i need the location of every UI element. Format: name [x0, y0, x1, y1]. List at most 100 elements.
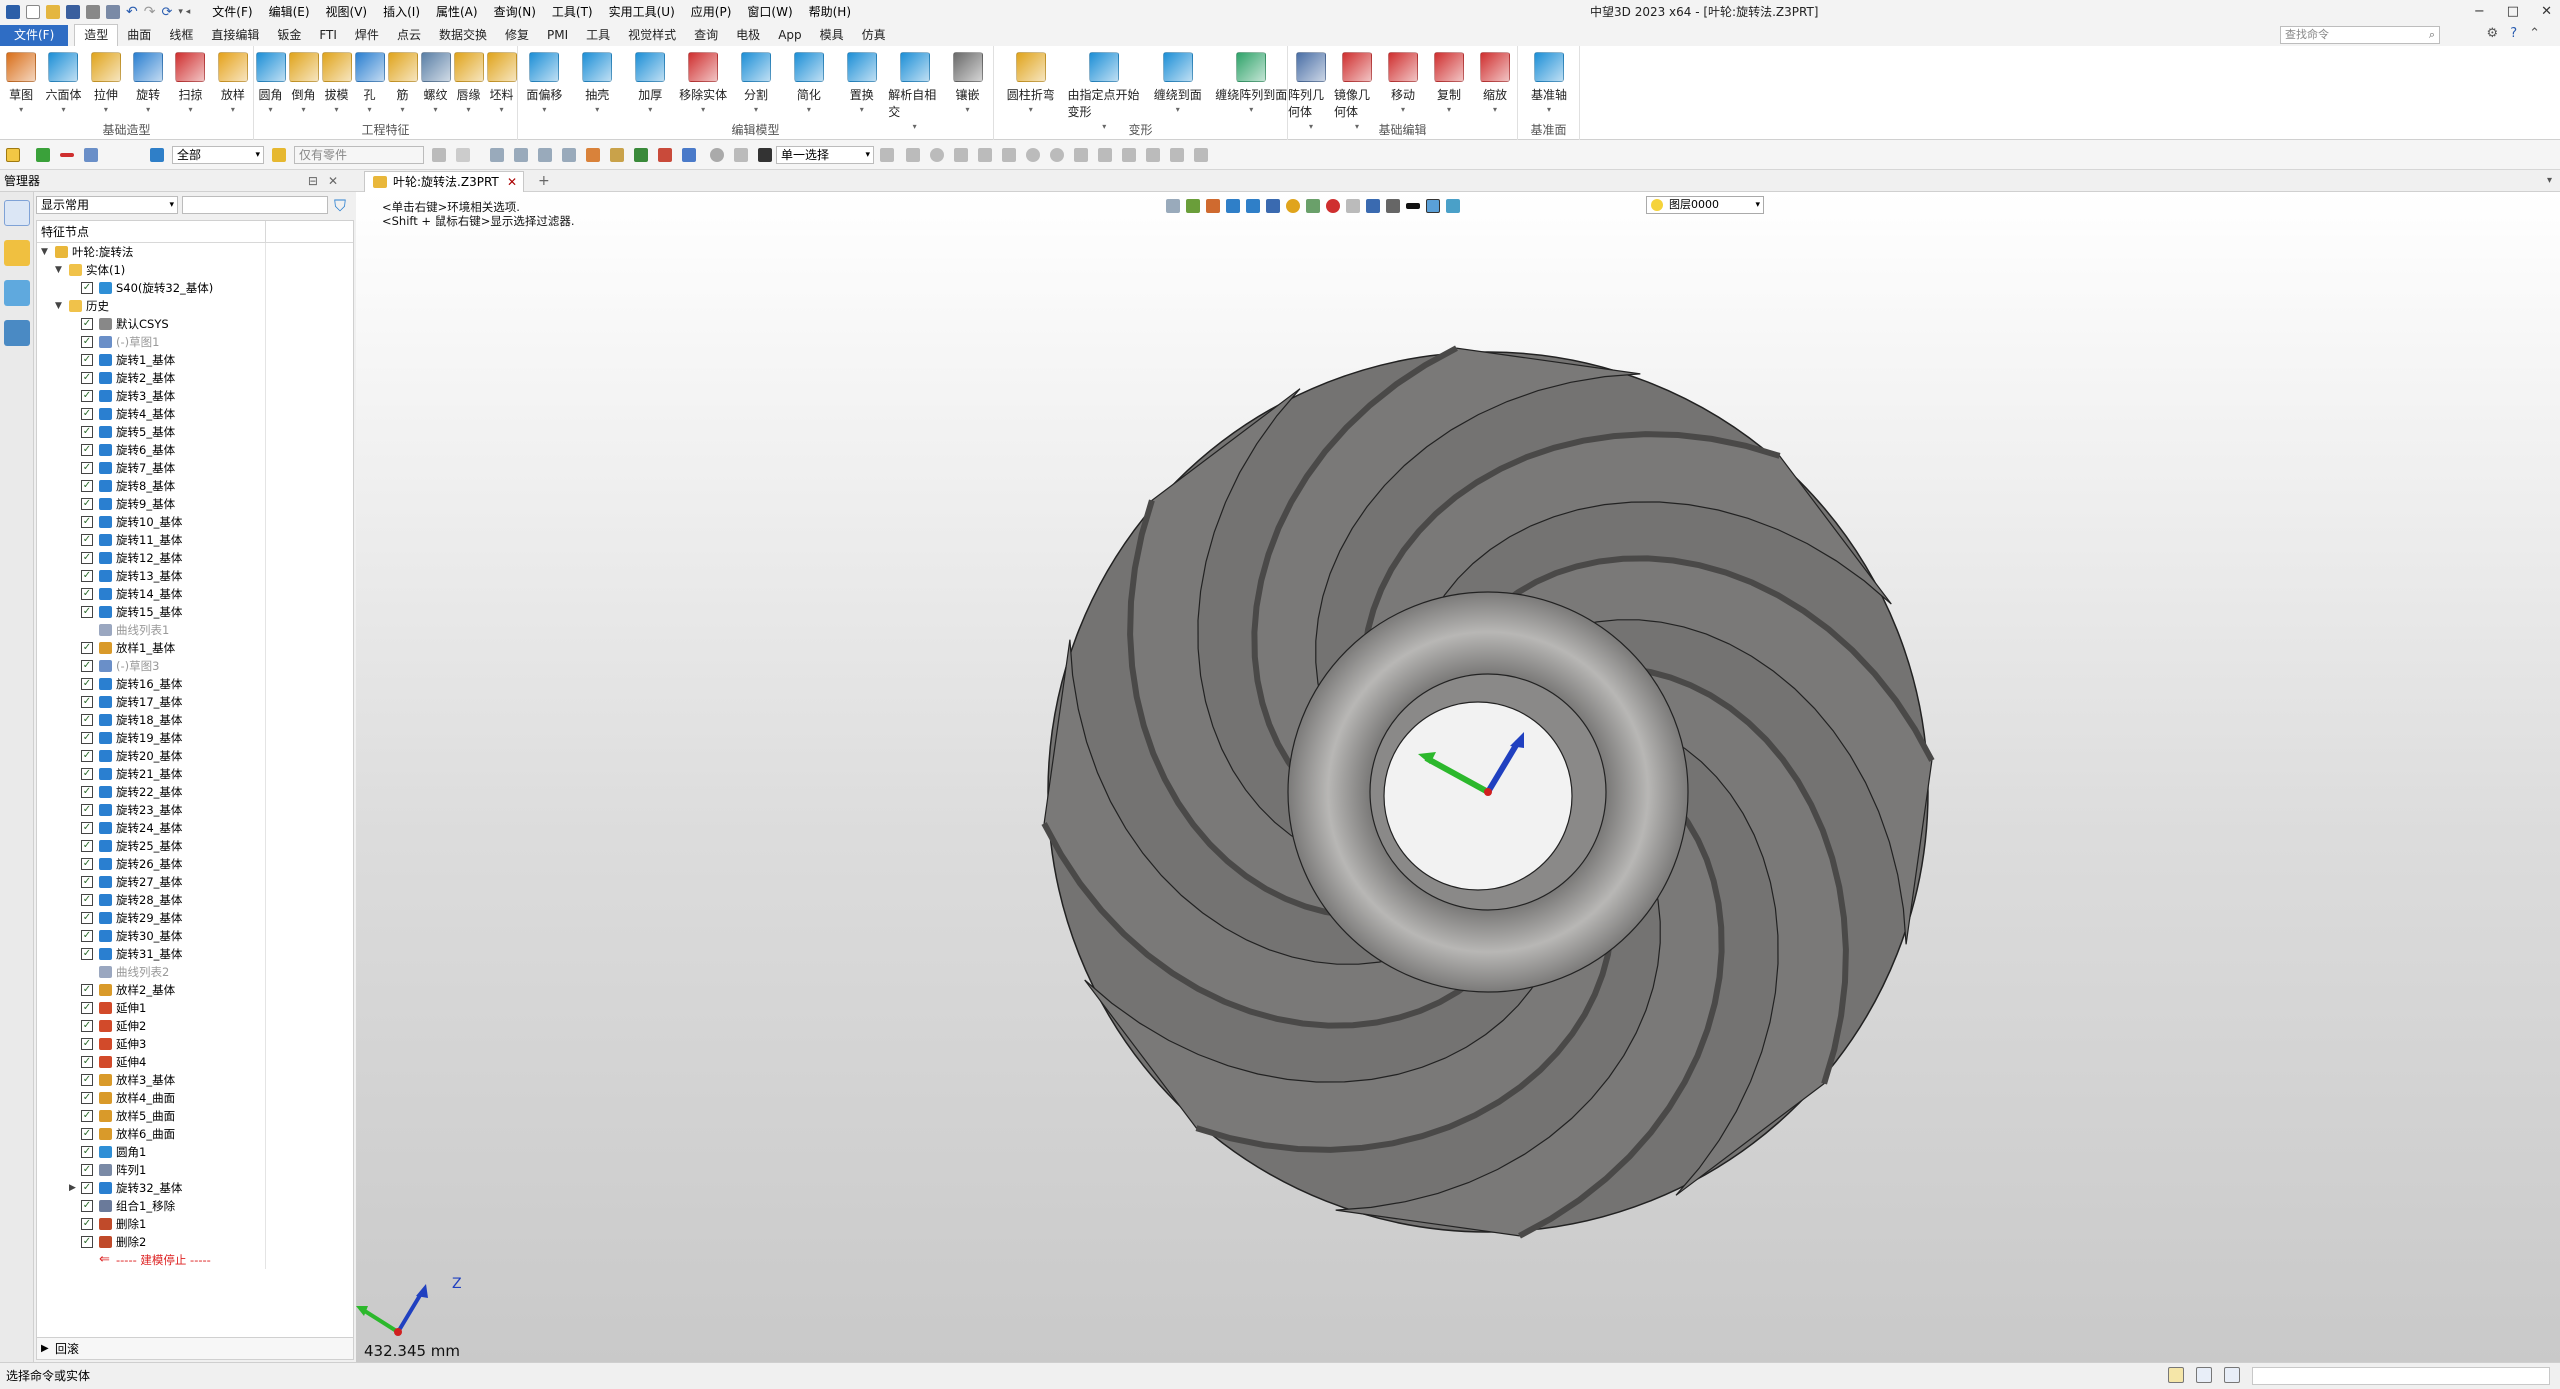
- menu-edit[interactable]: 编辑(E): [261, 0, 318, 24]
- ribbon-button-replace[interactable]: 置换 ▾: [835, 52, 888, 114]
- chevron-down-icon[interactable]: ▾: [595, 105, 599, 114]
- snap-icon-14[interactable]: [1194, 148, 1208, 162]
- tree-row[interactable]: ✓ 延伸2: [37, 1017, 353, 1035]
- ribbon-button-rib[interactable]: 筋 ▾: [386, 52, 419, 114]
- add-icon[interactable]: [36, 148, 50, 162]
- tree-row[interactable]: ✓ 旋转29_基体: [37, 909, 353, 927]
- ribbon-button-move[interactable]: 移动 ▾: [1380, 52, 1426, 114]
- visibility-checkbox[interactable]: ✓: [81, 1200, 93, 1212]
- chevron-down-icon[interactable]: ▾: [334, 105, 338, 114]
- chevron-down-icon[interactable]: ▾: [1493, 105, 1497, 114]
- save-icon[interactable]: [66, 5, 80, 19]
- tree-row[interactable]: ✓ 延伸4: [37, 1053, 353, 1071]
- toolbar-icon-h[interactable]: [610, 148, 624, 162]
- visibility-checkbox[interactable]: ✓: [81, 1128, 93, 1140]
- visibility-checkbox[interactable]: ✓: [81, 1146, 93, 1158]
- select-pointer-icon[interactable]: [6, 148, 20, 162]
- visibility-checkbox[interactable]: ✓: [81, 1038, 93, 1050]
- ribbon-tab-2[interactable]: 曲面: [118, 25, 160, 46]
- ribbon-collapse-icon[interactable]: ⌃: [2529, 26, 2540, 41]
- tree-row[interactable]: ✓ 旋转14_基体: [37, 585, 353, 603]
- visibility-checkbox[interactable]: ✓: [81, 696, 93, 708]
- ribbon-button-remove-solid[interactable]: 移除实体 ▾: [677, 52, 730, 114]
- ribbon-button-cylinder-bend[interactable]: 圆柱折弯 ▾: [994, 52, 1068, 114]
- visibility-checkbox[interactable]: ✓: [81, 1074, 93, 1086]
- toolbar-icon-i[interactable]: [634, 148, 648, 162]
- tree-search-input[interactable]: [182, 196, 328, 214]
- file-tab[interactable]: 文件(F): [0, 25, 69, 46]
- chevron-down-icon[interactable]: ▾: [542, 105, 546, 114]
- snap-icon-7[interactable]: [1026, 148, 1040, 162]
- ribbon-tab-6[interactable]: FTI: [310, 25, 346, 46]
- tree-row[interactable]: ✓ 旋转11_基体: [37, 531, 353, 549]
- tree-row[interactable]: ✓ 默认CSYS: [37, 315, 353, 333]
- ribbon-tab-14[interactable]: 查询: [685, 25, 727, 46]
- tree-row[interactable]: ✓ 放样6_曲面: [37, 1125, 353, 1143]
- manager-controls[interactable]: ⊟✕: [308, 170, 348, 192]
- ribbon-button-thread[interactable]: 螺纹 ▾: [419, 52, 452, 114]
- visibility-checkbox[interactable]: ✓: [81, 498, 93, 510]
- tree-row[interactable]: ✓ 旋转12_基体: [37, 549, 353, 567]
- visibility-checkbox[interactable]: ✓: [81, 1236, 93, 1248]
- tree-row[interactable]: ✓ 旋转4_基体: [37, 405, 353, 423]
- ribbon-button-stock[interactable]: 坯料 ▾: [485, 52, 518, 114]
- ribbon-button-fillet[interactable]: 圆角 ▾: [254, 52, 287, 114]
- tree-row[interactable]: ✓ 旋转30_基体: [37, 927, 353, 945]
- tree-row[interactable]: ✓ 旋转18_基体: [37, 711, 353, 729]
- menu-query[interactable]: 查询(N): [486, 0, 544, 24]
- menu-tools[interactable]: 工具(T): [544, 0, 601, 24]
- ribbon-tab-12[interactable]: 工具: [577, 25, 619, 46]
- snap-icon-6[interactable]: [1002, 148, 1016, 162]
- snap-icon-10[interactable]: [1098, 148, 1112, 162]
- snap-icon-8[interactable]: [1050, 148, 1064, 162]
- save-as-icon[interactable]: [106, 5, 120, 19]
- ribbon-tab-11[interactable]: PMI: [538, 25, 577, 46]
- settings-icon[interactable]: ⚙: [2487, 26, 2499, 41]
- snap-icon-13[interactable]: [1170, 148, 1184, 162]
- tree-row[interactable]: ✓ 放样2_基体: [37, 981, 353, 999]
- toolbar-icon-k[interactable]: [682, 148, 696, 162]
- visibility-checkbox[interactable]: ✓: [81, 390, 93, 402]
- tree-row[interactable]: ✓ 删除2: [37, 1233, 353, 1251]
- chevron-down-icon[interactable]: ▾: [61, 105, 65, 114]
- visibility-checkbox[interactable]: ✓: [81, 534, 93, 546]
- tree-row[interactable]: ▼ 实体(1): [37, 261, 353, 279]
- visibility-checkbox[interactable]: ✓: [81, 1182, 93, 1194]
- visibility-checkbox[interactable]: ✓: [81, 912, 93, 924]
- undo-icon[interactable]: ↶: [126, 4, 138, 20]
- visibility-checkbox[interactable]: ✓: [81, 1110, 93, 1122]
- tree-row[interactable]: ✓ 旋转17_基体: [37, 693, 353, 711]
- status-monitor-icon[interactable]: [2196, 1367, 2212, 1383]
- help-icon[interactable]: ?: [2510, 26, 2517, 41]
- chevron-down-icon[interactable]: ▾: [231, 105, 235, 114]
- ribbon-button-face-offset[interactable]: 面偏移 ▾: [518, 52, 571, 114]
- chevron-down-icon[interactable]: ▾: [1401, 105, 1405, 114]
- ribbon-tab-4[interactable]: 直接编辑: [202, 25, 268, 46]
- visibility-checkbox[interactable]: ✓: [81, 948, 93, 960]
- redo-icon[interactable]: ↷: [144, 4, 156, 20]
- chevron-down-icon[interactable]: ▾: [268, 105, 272, 114]
- visibility-checkbox[interactable]: ✓: [81, 1020, 93, 1032]
- menu-insert[interactable]: 插入(I): [375, 0, 428, 24]
- visibility-checkbox[interactable]: ✓: [81, 678, 93, 690]
- tree-row[interactable]: ✓ 旋转1_基体: [37, 351, 353, 369]
- ribbon-button-split[interactable]: 分割 ▾: [730, 52, 783, 114]
- command-search-input[interactable]: 查找命令 ⌕: [2280, 26, 2440, 44]
- ribbon-button-shell[interactable]: 抽壳 ▾: [571, 52, 624, 114]
- open-file-icon[interactable]: [46, 5, 60, 19]
- ribbon-button-draft[interactable]: 拔模 ▾: [320, 52, 353, 114]
- visibility-checkbox[interactable]: ✓: [81, 768, 93, 780]
- snap-icon-12[interactable]: [1146, 148, 1160, 162]
- filter-mode-icon[interactable]: [84, 148, 98, 162]
- tree-row[interactable]: ✓ 旋转5_基体: [37, 423, 353, 441]
- ribbon-tab-18[interactable]: 仿真: [853, 25, 895, 46]
- tree-row[interactable]: ✓ 旋转6_基体: [37, 441, 353, 459]
- history-tree-tab-icon[interactable]: [4, 200, 30, 226]
- ribbon-button-simplify[interactable]: 简化 ▾: [782, 52, 835, 114]
- ribbon-tab-5[interactable]: 钣金: [268, 25, 310, 46]
- tree-row[interactable]: ✓ 旋转26_基体: [37, 855, 353, 873]
- chevron-down-icon[interactable]: ▾: [188, 105, 192, 114]
- snap-icon-11[interactable]: [1122, 148, 1136, 162]
- visibility-checkbox[interactable]: ✓: [81, 660, 93, 672]
- tree-row[interactable]: ✓ 旋转10_基体: [37, 513, 353, 531]
